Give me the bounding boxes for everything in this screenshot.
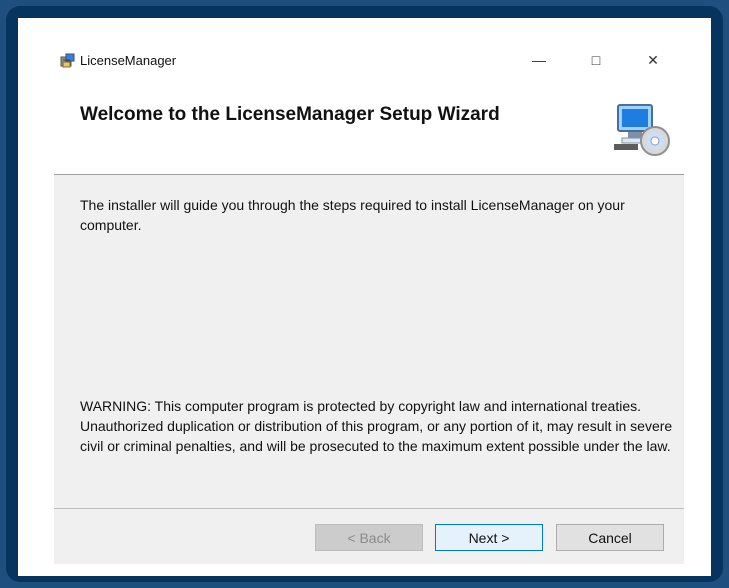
wizard-header: Welcome to the LicenseManager Setup Wiza… <box>54 88 675 174</box>
minimize-icon[interactable]: — <box>519 46 559 74</box>
intro-text: The installer will guide you through the… <box>80 197 625 233</box>
outer-frame: LicenseManager — □ ✕ Welcome to the Lice… <box>6 6 723 582</box>
footer-divider <box>54 508 684 509</box>
maximize-icon[interactable]: □ <box>576 46 616 74</box>
back-button[interactable]: < Back <box>315 524 423 551</box>
next-button[interactable]: Next > <box>435 524 543 551</box>
cancel-button[interactable]: Cancel <box>556 524 664 551</box>
installer-package-icon <box>60 53 75 68</box>
content-panel: The installer will guide you through the… <box>54 175 684 564</box>
wizard-title: Welcome to the LicenseManager Setup Wiza… <box>80 104 500 125</box>
setup-window: LicenseManager — □ ✕ Welcome to the Lice… <box>18 18 711 576</box>
close-icon[interactable]: ✕ <box>633 46 673 74</box>
window-title: LicenseManager <box>80 53 177 68</box>
computer-disc-icon <box>614 104 670 156</box>
warning-text: WARNING: This computer program is protec… <box>80 398 673 454</box>
